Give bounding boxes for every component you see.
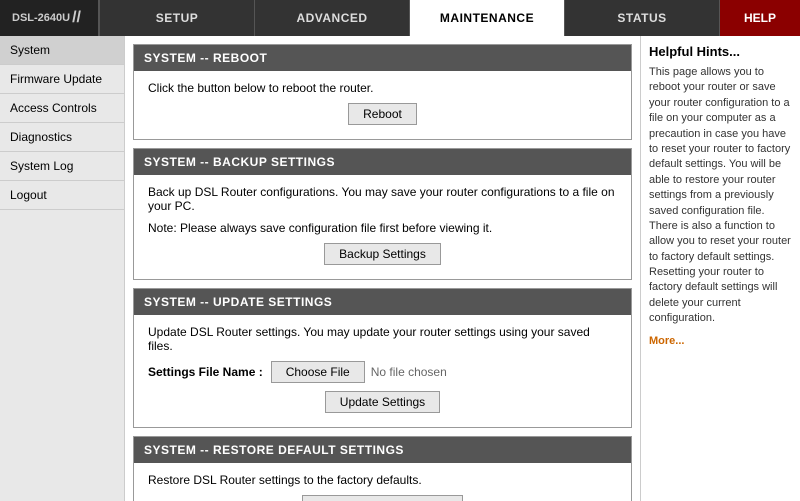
reboot-description: Click the button below to reboot the rou… bbox=[148, 81, 617, 95]
backup-section-body: Back up DSL Router configurations. You m… bbox=[134, 175, 631, 279]
tab-help[interactable]: HELP bbox=[720, 0, 800, 36]
tab-status[interactable]: STATUS bbox=[565, 0, 720, 36]
sidebar-item-system-log[interactable]: System Log bbox=[0, 152, 124, 181]
backup-settings-button[interactable]: Backup Settings bbox=[324, 243, 441, 265]
restore-section-header: SYSTEM -- RESTORE DEFAULT SETTINGS bbox=[134, 437, 631, 463]
backup-note: Note: Please always save configuration f… bbox=[148, 221, 617, 235]
sidebar-item-diagnostics[interactable]: Diagnostics bbox=[0, 123, 124, 152]
logo-text: DSL-2640U bbox=[12, 12, 70, 24]
top-navigation-bar: DSL-2640U // SETUP ADVANCED MAINTENANCE … bbox=[0, 0, 800, 36]
update-settings-button[interactable]: Update Settings bbox=[325, 391, 440, 413]
backup-section: SYSTEM -- BACKUP SETTINGS Back up DSL Ro… bbox=[133, 148, 632, 280]
reboot-section: SYSTEM -- REBOOT Click the button below … bbox=[133, 44, 632, 140]
main-content: SYSTEM -- REBOOT Click the button below … bbox=[125, 36, 640, 501]
sidebar-item-access-controls[interactable]: Access Controls bbox=[0, 94, 124, 123]
update-section-header: SYSTEM -- UPDATE SETTINGS bbox=[134, 289, 631, 315]
restore-default-settings-button[interactable]: Restore Default Settings bbox=[302, 495, 462, 501]
reboot-button-row: Reboot bbox=[148, 103, 617, 125]
file-chooser-row: Settings File Name : Choose File No file… bbox=[148, 361, 617, 383]
file-label: Settings File Name : bbox=[148, 365, 263, 379]
restore-description: Restore DSL Router settings to the facto… bbox=[148, 473, 617, 487]
update-description: Update DSL Router settings. You may upda… bbox=[148, 325, 617, 353]
reboot-button[interactable]: Reboot bbox=[348, 103, 417, 125]
main-layout: System Firmware Update Access Controls D… bbox=[0, 36, 800, 501]
sidebar-item-logout[interactable]: Logout bbox=[0, 181, 124, 210]
backup-description: Back up DSL Router configurations. You m… bbox=[148, 185, 617, 213]
help-text: This page allows you to reboot your rout… bbox=[649, 65, 792, 327]
tab-advanced[interactable]: ADVANCED bbox=[255, 0, 410, 36]
help-panel: Helpful Hints... This page allows you to… bbox=[640, 36, 800, 501]
backup-section-header: SYSTEM -- BACKUP SETTINGS bbox=[134, 149, 631, 175]
logo-slash: // bbox=[72, 9, 81, 27]
restore-button-row: Restore Default Settings bbox=[148, 495, 617, 501]
update-section: SYSTEM -- UPDATE SETTINGS Update DSL Rou… bbox=[133, 288, 632, 428]
backup-button-row: Backup Settings bbox=[148, 243, 617, 265]
reboot-section-header: SYSTEM -- REBOOT bbox=[134, 45, 631, 71]
device-logo: DSL-2640U // bbox=[0, 0, 100, 36]
restore-section-body: Restore DSL Router settings to the facto… bbox=[134, 463, 631, 501]
tab-maintenance[interactable]: MAINTENANCE bbox=[410, 0, 565, 36]
choose-file-button[interactable]: Choose File bbox=[271, 361, 365, 383]
tab-setup[interactable]: SETUP bbox=[100, 0, 255, 36]
help-more-link[interactable]: More... bbox=[649, 335, 684, 347]
sidebar-item-firmware-update[interactable]: Firmware Update bbox=[0, 65, 124, 94]
sidebar-item-system[interactable]: System bbox=[0, 36, 124, 65]
help-title: Helpful Hints... bbox=[649, 44, 792, 59]
reboot-section-body: Click the button below to reboot the rou… bbox=[134, 71, 631, 139]
restore-section: SYSTEM -- RESTORE DEFAULT SETTINGS Resto… bbox=[133, 436, 632, 501]
update-section-body: Update DSL Router settings. You may upda… bbox=[134, 315, 631, 427]
update-button-row: Update Settings bbox=[148, 391, 617, 413]
file-no-chosen-label: No file chosen bbox=[371, 365, 447, 379]
sidebar: System Firmware Update Access Controls D… bbox=[0, 36, 125, 501]
